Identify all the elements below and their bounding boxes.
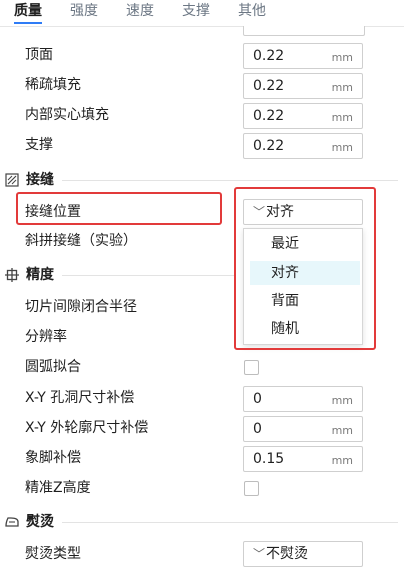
arc-fitting-checkbox[interactable] [244, 360, 259, 375]
tab-quality[interactable]: 质量 [14, 0, 42, 24]
sparse-infill-input[interactable]: 0.22 mm [243, 73, 363, 99]
tab-others[interactable]: 其他 [238, 0, 266, 22]
xy-hole-compensation-label: X-Y 孔洞尺寸补偿 [25, 390, 135, 406]
slice-gap-closing-radius-label: 切片间隙闭合半径 [25, 299, 137, 315]
support-label: 支撑 [25, 137, 53, 153]
seam-position-select[interactable]: ﹀ 对齐 [243, 199, 363, 225]
tab-support[interactable]: 支撑 [182, 0, 210, 22]
unit-mm: mm [331, 394, 353, 407]
sparse-infill-label: 稀疏填充 [25, 77, 81, 93]
xy-contour-compensation-label: X-Y 外轮廓尺寸补偿 [25, 420, 149, 436]
xy-contour-compensation-input[interactable]: 0 mm [243, 416, 363, 442]
top-surface-input[interactable]: 0.22 mm [243, 43, 363, 69]
unit-mm: mm [331, 51, 353, 64]
internal-solid-infill-label: 内部实心填充 [25, 107, 109, 123]
elephant-foot-compensation-input[interactable]: 0.15 mm [243, 446, 363, 472]
ironing-section-header: 熨烫 [5, 512, 54, 532]
xy-hole-compensation-value: 0 [253, 391, 262, 407]
ironing-type-select[interactable]: ﹀ 不熨烫 [243, 541, 363, 567]
section-divider [62, 522, 398, 523]
seam-position-value: 对齐 [266, 204, 294, 220]
precision-section-title: 精度 [26, 267, 54, 283]
arc-fitting-label: 圆弧拟合 [25, 359, 81, 375]
seam-icon [5, 173, 19, 187]
internal-solid-infill-value: 0.22 [253, 108, 285, 124]
unit-mm: mm [331, 81, 353, 94]
ironing-section-title: 熨烫 [26, 514, 54, 530]
precision-section-header: 精度 [5, 265, 54, 285]
seam-position-dropdown: 最近 对齐 背面 随机 [243, 228, 363, 345]
dropdown-option-nearest[interactable]: 最近 [250, 232, 360, 256]
dropdown-option-aligned[interactable]: 对齐 [250, 261, 360, 285]
ironing-icon [5, 517, 19, 527]
support-input[interactable]: 0.22 mm [243, 133, 363, 159]
top-surface-value: 0.22 [253, 48, 285, 64]
seam-position-label: 接缝位置 [25, 204, 81, 220]
print-settings-panel: 质量 强度 速度 支撑 其他 顶面 0.22 mm 稀疏填充 0.22 mm 内… [0, 0, 404, 572]
tab-strength[interactable]: 强度 [70, 0, 98, 22]
top-surface-label: 顶面 [25, 47, 53, 63]
support-value: 0.22 [253, 138, 285, 154]
xy-hole-compensation-input[interactable]: 0 mm [243, 386, 363, 412]
scarf-seam-label: 斜拼接缝（实验） [25, 233, 137, 249]
seam-section-title: 接缝 [26, 172, 54, 188]
settings-tabs: 质量 强度 速度 支撑 其他 [0, 0, 404, 26]
precision-icon [5, 268, 19, 282]
elephant-foot-compensation-label: 象脚补偿 [25, 450, 81, 466]
unit-mm: mm [331, 111, 353, 124]
dropdown-option-random[interactable]: 随机 [250, 317, 360, 341]
precise-z-height-label: 精准Z高度 [25, 480, 91, 496]
unit-mm: mm [331, 141, 353, 154]
internal-solid-infill-input[interactable]: 0.22 mm [243, 103, 363, 129]
ironing-type-label: 熨烫类型 [25, 546, 81, 562]
resolution-label: 分辨率 [25, 329, 67, 345]
elephant-foot-compensation-value: 0.15 [253, 451, 285, 467]
clipped-input-field[interactable] [243, 26, 365, 36]
xy-contour-compensation-value: 0 [253, 421, 262, 437]
chevron-down-icon: ﹀ [253, 205, 266, 219]
unit-mm: mm [331, 424, 353, 437]
chevron-down-icon: ﹀ [253, 547, 266, 561]
seam-section-header: 接缝 [5, 170, 54, 190]
tab-speed[interactable]: 速度 [126, 0, 154, 22]
section-divider [62, 180, 398, 181]
dropdown-option-back[interactable]: 背面 [250, 289, 360, 313]
sparse-infill-value: 0.22 [253, 78, 285, 94]
ironing-type-value: 不熨烫 [266, 546, 308, 562]
unit-mm: mm [331, 454, 353, 467]
precise-z-height-checkbox[interactable] [244, 481, 259, 496]
section-divider [62, 275, 234, 276]
